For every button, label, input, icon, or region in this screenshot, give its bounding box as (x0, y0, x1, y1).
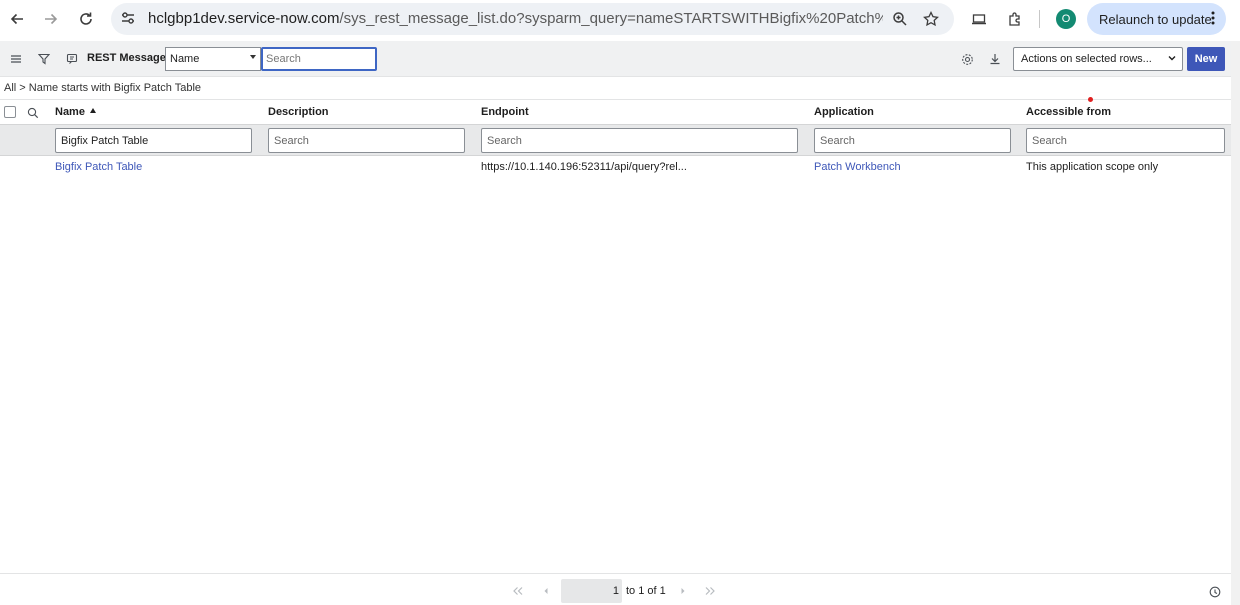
first-page-icon[interactable] (512, 585, 524, 597)
column-header-accessible-from[interactable]: Accessible from (1026, 106, 1111, 118)
search-field-value: Name (170, 53, 200, 65)
browser-toolbar: hclgbp1dev.service-now.com/sys_rest_mess… (0, 0, 1240, 41)
more-menu-icon[interactable] (1210, 9, 1216, 30)
hamburger-menu-icon[interactable] (9, 52, 23, 66)
breadcrumb: All > Name starts with Bigfix Patch Tabl… (4, 82, 201, 94)
breadcrumb-all[interactable]: All (4, 82, 16, 94)
page-scrollbar[interactable] (1231, 41, 1240, 605)
url-text: hclgbp1dev.service-now.com/sys_rest_mess… (148, 10, 883, 27)
next-page-icon[interactable] (677, 585, 689, 597)
actions-select-value: Actions on selected rows... (1021, 53, 1152, 65)
relaunch-label: Relaunch to update (1099, 11, 1212, 27)
table-header: Name Description Endpoint Application Ac… (0, 97, 1231, 124)
zoom-icon[interactable] (890, 9, 910, 29)
settings-gear-icon[interactable] (960, 52, 974, 66)
actions-select[interactable]: Actions on selected rows... (1013, 47, 1183, 71)
site-settings-icon[interactable] (120, 10, 136, 31)
download-icon[interactable] (988, 52, 1002, 66)
name-filter-input[interactable]: Bigfix Patch Table (55, 128, 252, 153)
chevron-down-icon (1167, 52, 1177, 67)
reload-icon[interactable] (73, 6, 99, 32)
column-header-application[interactable]: Application (814, 106, 874, 118)
row-accessible-from: This application scope only (1026, 161, 1159, 173)
row-application-link[interactable]: Patch Workbench (814, 161, 901, 173)
page-range-text: to 1 of 1 (626, 585, 666, 597)
application-filter-input[interactable]: Search (814, 128, 1011, 153)
last-page-icon[interactable] (704, 585, 716, 597)
list-search-placeholder: Search (266, 53, 301, 65)
column-search-row: Bigfix Patch Table Search Search Search … (0, 124, 1231, 156)
table-row: Bigfix Patch Table https://10.1.140.196:… (0, 156, 1231, 178)
column-header-name[interactable]: Name (55, 106, 96, 118)
cast-icon[interactable] (966, 6, 992, 32)
list-footer: 1 to 1 of 1 (0, 573, 1231, 605)
search-icon[interactable] (27, 106, 39, 124)
list-search-input[interactable]: Search (261, 47, 377, 71)
breadcrumb-condition[interactable]: Name starts with Bigfix Patch Table (29, 82, 201, 94)
previous-page-icon[interactable] (540, 585, 552, 597)
new-button[interactable]: New (1187, 47, 1225, 71)
notification-dot (1088, 97, 1093, 102)
row-endpoint: https://10.1.140.196:52311/api/query?rel… (481, 161, 687, 173)
extensions-icon[interactable] (1002, 6, 1028, 32)
relaunch-button[interactable]: Relaunch to update (1087, 3, 1226, 35)
row-name-link[interactable]: Bigfix Patch Table (55, 161, 142, 173)
toolbar-divider (1039, 10, 1040, 28)
description-filter-input[interactable]: Search (268, 128, 465, 153)
select-all-checkbox[interactable] (4, 106, 16, 118)
forward-icon[interactable] (38, 6, 64, 32)
list-title: REST Messages (87, 52, 172, 64)
bookmark-star-icon[interactable] (921, 9, 941, 29)
accessible-from-filter-input[interactable]: Search (1026, 128, 1225, 153)
back-icon[interactable] (4, 6, 30, 32)
column-header-endpoint[interactable]: Endpoint (481, 106, 529, 118)
list-context-icon[interactable] (65, 52, 79, 66)
breadcrumb-separator: > (19, 82, 26, 94)
page-number-input[interactable]: 1 (561, 579, 622, 603)
caret-down-icon (250, 55, 256, 59)
sort-ascending-icon (89, 108, 96, 113)
column-header-description[interactable]: Description (268, 106, 329, 118)
search-field-select[interactable]: Name (165, 47, 261, 71)
info-icon[interactable] (1209, 585, 1221, 603)
column-label-name: Name (55, 106, 85, 118)
list-header: REST Messages Name Search Actions on sel… (0, 41, 1231, 77)
filter-icon[interactable] (37, 52, 51, 66)
profile-avatar[interactable]: O (1056, 9, 1076, 29)
endpoint-filter-input[interactable]: Search (481, 128, 798, 153)
address-bar[interactable]: hclgbp1dev.service-now.com/sys_rest_mess… (111, 3, 954, 35)
